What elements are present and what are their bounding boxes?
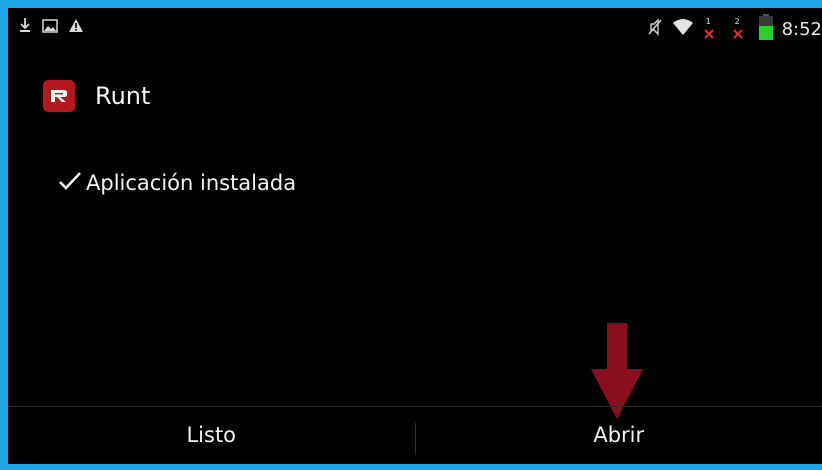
system-icons: 1 2 8:52	[647, 14, 822, 44]
clock: 8:52	[781, 18, 822, 40]
image-icon	[42, 18, 58, 37]
install-status-text: Aplicación instalada	[86, 171, 297, 195]
device-screen: 1 2 8:52 Runt Aplicación instalada Listo…	[8, 8, 822, 464]
app-icon	[43, 80, 75, 112]
open-button[interactable]: Abrir	[416, 407, 822, 464]
app-header: Runt	[43, 80, 150, 112]
sim1-label: 1	[705, 17, 711, 26]
mute-icon	[647, 18, 663, 40]
sim2-label: 2	[734, 17, 740, 26]
app-name: Runt	[95, 82, 151, 110]
notification-icons	[18, 17, 84, 37]
status-bar: 1 2 8:52	[8, 8, 822, 46]
install-status: Aplicación instalada	[58, 171, 296, 195]
done-button[interactable]: Listo	[8, 407, 415, 464]
download-icon	[18, 17, 32, 37]
sim1-no-signal-icon: 1	[703, 17, 715, 40]
action-bar: Listo Abrir	[8, 407, 822, 464]
battery-icon	[758, 14, 773, 44]
screenshot-frame: 1 2 8:52 Runt Aplicación instalada Listo…	[0, 0, 822, 470]
checkmark-icon	[58, 171, 82, 195]
warning-icon	[68, 18, 84, 37]
sim2-no-signal-icon: 2	[732, 17, 744, 40]
wifi-icon	[672, 18, 694, 40]
